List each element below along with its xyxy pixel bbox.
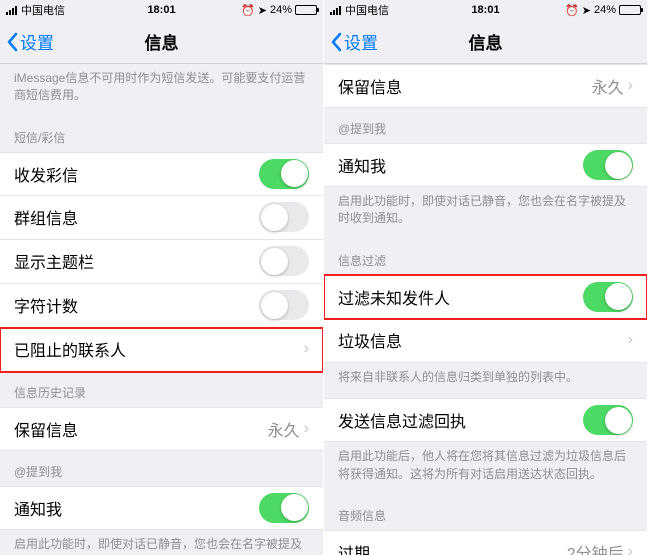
filter-toggle[interactable] [583, 282, 633, 312]
row-notify-me-right[interactable]: 通知我 [324, 143, 647, 187]
row-notify-label-left: 通知我 [14, 496, 259, 520]
chevron-left-icon [330, 32, 342, 52]
battery-icon [295, 5, 317, 15]
nav-bar: 设置 信息 [324, 20, 647, 64]
back-label: 设置 [344, 29, 378, 54]
mms-toggle[interactable] [259, 159, 309, 189]
chevron-right-icon: › [628, 543, 633, 555]
back-label: 设置 [20, 29, 54, 54]
battery-pct: 24% [270, 4, 292, 16]
char-toggle[interactable] [259, 290, 309, 320]
row-subject-label: 显示主题栏 [14, 249, 259, 273]
chevron-right-icon: › [304, 340, 309, 358]
status-time: 18:01 [147, 4, 175, 16]
signal-icon [6, 6, 17, 15]
status-bar: 中国电信 18:01 ⏰ ➤ 24% [0, 0, 323, 20]
notify-toggle-right[interactable] [583, 150, 633, 180]
section-mention-header-right: @提到我 [324, 108, 647, 143]
chevron-right-icon: › [304, 420, 309, 438]
chevron-right-icon: › [628, 331, 633, 349]
filter-note: 将来自非联系人的信息归类到单独的列表中。 [324, 363, 647, 398]
row-group-label: 群组信息 [14, 205, 259, 229]
back-button[interactable]: 设置 [0, 29, 54, 54]
row-blocked-label: 已阻止的联系人 [14, 337, 304, 361]
receipt-toggle[interactable] [583, 405, 633, 435]
row-filter-unknown[interactable]: 过滤未知发件人 [324, 275, 647, 319]
alarm-icon: ⏰ [565, 4, 579, 17]
row-subject-field[interactable]: 显示主题栏 [0, 240, 323, 284]
row-mms-label: 收发彩信 [14, 162, 259, 186]
carrier-label: 中国电信 [21, 2, 65, 18]
row-junk-label: 垃圾信息 [338, 328, 628, 352]
group-toggle[interactable] [259, 202, 309, 232]
battery-icon [619, 5, 641, 15]
row-keep-value-left: 永久 [268, 417, 300, 441]
row-filter-label: 过滤未知发件人 [338, 285, 583, 309]
location-icon: ➤ [258, 4, 267, 17]
back-button[interactable]: 设置 [324, 29, 378, 54]
signal-icon [330, 6, 341, 15]
section-mention-header-left: @提到我 [0, 451, 323, 486]
section-audio-header: 音频信息 [324, 495, 647, 530]
row-keep-messages-left[interactable]: 保留信息 永久 › [0, 407, 323, 451]
row-notify-me-left[interactable]: 通知我 [0, 486, 323, 530]
location-icon: ➤ [582, 4, 591, 17]
row-keep-label-right: 保留信息 [338, 74, 592, 98]
chevron-left-icon [6, 32, 18, 52]
nav-bar: 设置 信息 [0, 20, 323, 64]
status-bar: 中国电信 18:01 ⏰ ➤ 24% [324, 0, 647, 20]
section-sms-header: 短信/彩信 [0, 117, 323, 152]
battery-pct: 24% [594, 4, 616, 16]
status-time: 18:01 [471, 4, 499, 16]
row-mms[interactable]: 收发彩信 [0, 152, 323, 196]
notify-toggle-left[interactable] [259, 493, 309, 523]
notify-note-right: 启用此功能时，即使对话已静音，您也会在名字被提及时收到通知。 [324, 187, 647, 240]
row-keep-messages-right[interactable]: 保留信息 永久 › [324, 64, 647, 108]
notify-note-left: 启用此功能时，即使对话已静音，您也会在名字被提及时收到通知。 [0, 530, 323, 555]
row-char-count[interactable]: 字符计数 [0, 284, 323, 328]
left-screenshot: 中国电信 18:01 ⏰ ➤ 24% 设置 信息 iMessage信息不可用时作… [0, 0, 324, 555]
row-notify-label-right: 通知我 [338, 153, 583, 177]
row-expire-value: 2分钟后 [567, 540, 624, 555]
row-group-messaging[interactable]: 群组信息 [0, 196, 323, 240]
carrier-label: 中国电信 [345, 2, 389, 18]
section-filter-header: 信息过滤 [324, 240, 647, 275]
row-expire[interactable]: 过期 2分钟后 › [324, 530, 647, 555]
subject-toggle[interactable] [259, 246, 309, 276]
receipt-note: 启用此功能后，他人将在您将其信息过滤为垃圾信息后将获得通知。这将为所有对话启用送… [324, 442, 647, 495]
row-keep-value-right: 永久 [592, 74, 624, 98]
row-receipt-label: 发送信息过滤回执 [338, 408, 583, 432]
alarm-icon: ⏰ [241, 4, 255, 17]
section-history-header: 信息历史记录 [0, 372, 323, 407]
right-screenshot: 中国电信 18:01 ⏰ ➤ 24% 设置 信息 保留信息 永久 › @提到我 … [324, 0, 648, 555]
row-expire-label: 过期 [338, 540, 567, 555]
row-send-filter-receipt[interactable]: 发送信息过滤回执 [324, 398, 647, 442]
row-keep-label-left: 保留信息 [14, 417, 268, 441]
row-junk[interactable]: 垃圾信息 › [324, 319, 647, 363]
row-blocked-contacts[interactable]: 已阻止的联系人 › [0, 328, 323, 372]
row-char-label: 字符计数 [14, 293, 259, 317]
imessage-note: iMessage信息不可用时作为短信发送。可能要支付运营商短信费用。 [0, 64, 323, 117]
chevron-right-icon: › [628, 77, 633, 95]
